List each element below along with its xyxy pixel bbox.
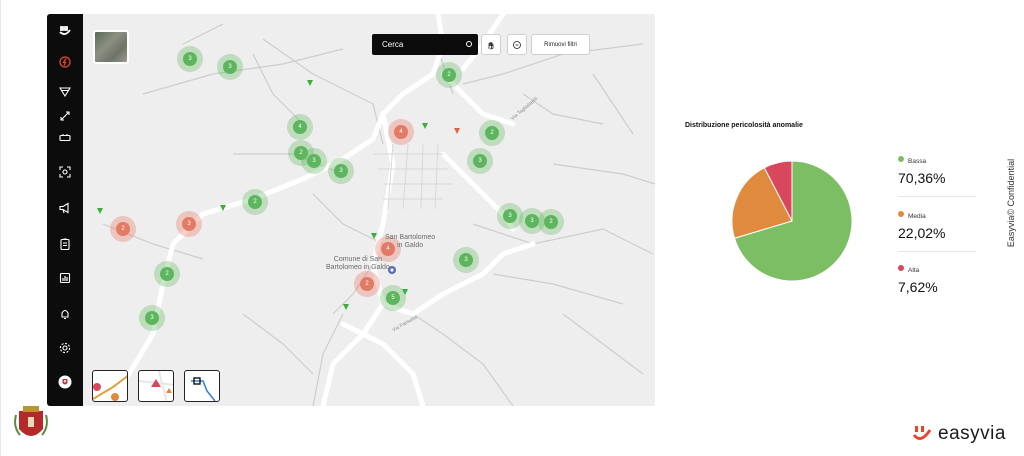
bell-icon[interactable] (53, 302, 77, 326)
legend-color-media (898, 210, 904, 217)
filter-icon[interactable] (53, 80, 77, 104)
anomaly-marker[interactable] (220, 205, 226, 211)
cluster-marker[interactable]: 2 (154, 261, 180, 287)
easyvia-brand: easyvia (912, 423, 1006, 445)
brand-name: easyvia (938, 423, 1006, 444)
anomaly-marker[interactable] (402, 289, 408, 295)
legend-value: 70,36% (898, 170, 946, 186)
measure-icon[interactable] (53, 104, 77, 128)
anomaly-marker[interactable] (307, 80, 313, 86)
cluster-marker[interactable]: 3 (217, 54, 243, 80)
cluster-marker[interactable]: 3 (453, 247, 479, 273)
easyvia-logo-icon (912, 426, 932, 441)
routes-layer-thumbnail[interactable] (184, 370, 220, 402)
cluster-marker[interactable]: 2 (538, 209, 564, 235)
anomaly-marker[interactable] (371, 233, 377, 239)
cluster-marker[interactable]: 4 (287, 114, 313, 140)
user-avatar[interactable] (53, 370, 77, 394)
reset-circle-icon (513, 40, 521, 49)
legend-item-bassa: Bassa 70,36% (898, 150, 976, 197)
legend-value: 22,02% (898, 225, 946, 241)
cluster-marker[interactable]: 4 (388, 119, 414, 145)
reset-view-button[interactable] (507, 34, 527, 55)
map-view[interactable]: 3 3 2 4 2 4 2 3 3 3 2 3 2 3 3 2 4 3 2 2 … (83, 14, 655, 406)
slide: 3 3 2 4 2 4 2 3 3 3 2 3 2 3 3 2 4 3 2 2 … (0, 0, 1024, 456)
anomaly-icon[interactable] (53, 50, 77, 74)
cluster-layer-thumbnail[interactable] (92, 370, 128, 402)
satellite-layer-toggle[interactable] (93, 30, 129, 64)
clipboard-icon[interactable] (53, 232, 77, 256)
cluster-marker[interactable]: 2 (436, 62, 462, 88)
risk-pie-chart[interactable] (731, 160, 853, 282)
search-input[interactable]: Cerca (372, 34, 478, 55)
battery-icon[interactable] (53, 126, 77, 150)
scan-icon[interactable] (53, 160, 77, 184)
legend-divider (898, 251, 976, 252)
cluster-marker[interactable]: 3 (139, 305, 165, 331)
legend-value: 7,62% (898, 279, 938, 295)
hand-pointer-icon (488, 41, 494, 50)
markers-layer-thumbnail[interactable] (138, 370, 174, 402)
cluster-marker[interactable]: 2 (110, 216, 136, 242)
confidential-watermark: Easyvia© Confidential (1006, 158, 1016, 248)
clear-filters-button[interactable]: Rimuovi filtri (531, 34, 590, 55)
anomaly-marker[interactable] (343, 304, 349, 310)
legend-color-bassa (898, 155, 904, 162)
sidebar (47, 14, 83, 406)
megaphone-icon[interactable] (53, 196, 77, 220)
legend-color-alta (898, 264, 904, 271)
target-icon[interactable] (466, 41, 472, 47)
legend-label: Media (908, 213, 926, 220)
cluster-marker[interactable]: 3 (301, 148, 327, 174)
place-label: San Bartolomeo in Galdo (385, 234, 436, 249)
legend-divider (898, 196, 976, 197)
cluster-marker[interactable]: 3 (467, 148, 493, 174)
legend-item-alta: Alta 7,62% (898, 259, 938, 295)
chart-title: Distribuzione pericolosità anomalie (685, 122, 803, 129)
settings-icon[interactable] (53, 336, 77, 360)
report-icon[interactable] (53, 266, 77, 290)
legend-item-media: Media 22,02% (898, 205, 976, 252)
legend-label: Bassa (908, 158, 927, 165)
legend-label: Alta (908, 267, 920, 274)
anomaly-marker[interactable] (97, 208, 103, 214)
cluster-marker[interactable]: 3 (177, 46, 203, 72)
anomaly-marker[interactable] (422, 123, 428, 129)
cluster-marker[interactable]: 3 (328, 158, 354, 184)
slide-edge (0, 0, 1, 456)
map-roads (102, 14, 655, 406)
cluster-marker[interactable]: 2 (242, 189, 268, 215)
place-label: Comune di San Bartolomeo in Galdo (326, 256, 390, 271)
anomaly-marker[interactable] (454, 128, 460, 134)
hand-tool-button[interactable] (481, 34, 501, 55)
cluster-marker[interactable]: 2 (354, 271, 380, 297)
easyvia-logo-icon[interactable] (53, 20, 77, 44)
municipality-coat-of-arms (14, 406, 48, 436)
cluster-marker[interactable]: 3 (176, 211, 202, 237)
search-input-value: Cerca (382, 40, 404, 49)
cluster-marker[interactable]: 2 (479, 120, 505, 146)
